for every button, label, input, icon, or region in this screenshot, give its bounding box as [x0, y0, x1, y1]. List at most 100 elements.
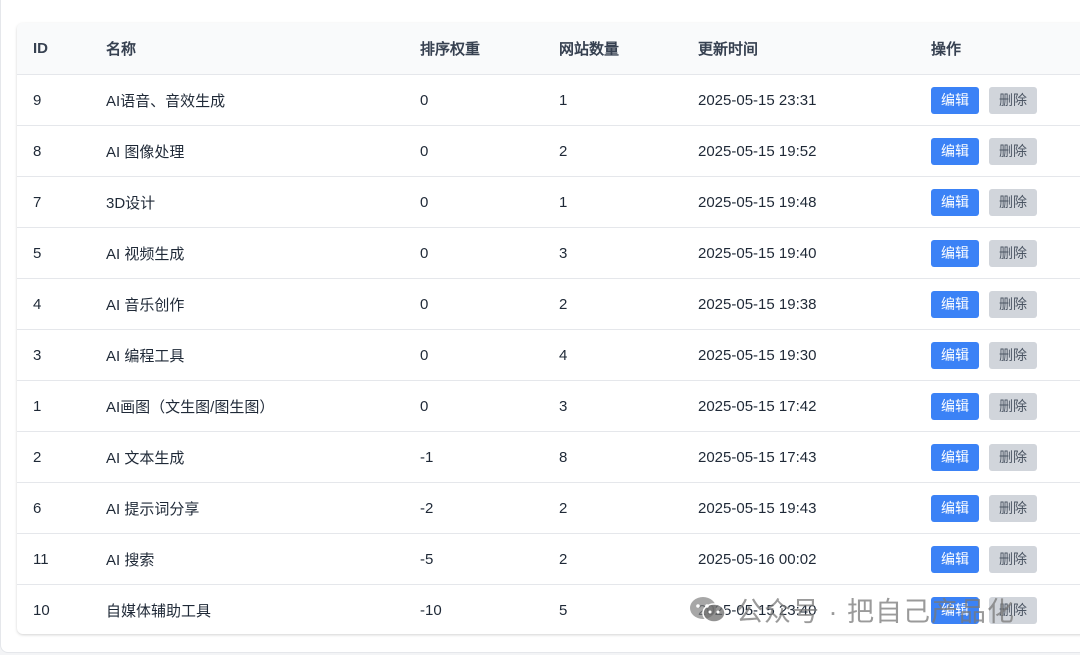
- table-row: 3 AI 编程工具 0 4 2025-05-15 19:30 编辑 删除: [17, 330, 1080, 381]
- edit-button[interactable]: 编辑: [931, 494, 979, 522]
- row-site-count: 1: [559, 91, 568, 109]
- row-actions: 编辑 删除: [931, 239, 1037, 267]
- row-actions: 编辑 删除: [931, 596, 1037, 624]
- row-site-count: 5: [559, 601, 568, 619]
- edit-button[interactable]: 编辑: [931, 290, 979, 318]
- row-site-count: 3: [559, 244, 568, 262]
- table-row: 9 AI语音、音效生成 0 1 2025-05-15 23:31 编辑 删除: [17, 75, 1080, 126]
- table-row: 10 自媒体辅助工具 -10 5 2025-05-15 23:40 编辑 删除: [17, 585, 1080, 634]
- row-weight: -5: [420, 550, 434, 568]
- row-updated: 2025-05-15 23:40: [698, 601, 817, 619]
- table-row: 2 AI 文本生成 -1 8 2025-05-15 17:43 编辑 删除: [17, 432, 1080, 483]
- column-header-id: ID: [33, 40, 48, 57]
- delete-button[interactable]: 删除: [989, 443, 1037, 471]
- delete-button[interactable]: 删除: [989, 86, 1037, 114]
- row-actions: 编辑 删除: [931, 86, 1037, 114]
- edit-button[interactable]: 编辑: [931, 86, 979, 114]
- delete-button[interactable]: 删除: [989, 494, 1037, 522]
- table-row: 1 AI画图（文生图/图生图） 0 3 2025-05-15 17:42 编辑 删除: [17, 381, 1080, 432]
- row-weight: 0: [420, 91, 429, 109]
- edit-button[interactable]: 编辑: [931, 545, 979, 573]
- edit-button[interactable]: 编辑: [931, 596, 979, 624]
- row-updated: 2025-05-15 17:42: [698, 397, 817, 415]
- row-weight: -2: [420, 499, 434, 517]
- row-name: AI 编程工具: [106, 347, 185, 365]
- delete-button[interactable]: 删除: [989, 137, 1037, 165]
- row-actions: 编辑 删除: [931, 290, 1037, 318]
- edit-button[interactable]: 编辑: [931, 341, 979, 369]
- row-actions: 编辑 删除: [931, 188, 1037, 216]
- row-name: AI 图像处理: [106, 143, 185, 161]
- column-header-updated: 更新时间: [698, 41, 759, 58]
- column-header-name: 名称: [106, 41, 137, 58]
- row-id: 7: [33, 193, 42, 211]
- row-weight: 0: [420, 346, 429, 364]
- row-name: 3D设计: [106, 194, 156, 212]
- row-updated: 2025-05-15 19:52: [698, 142, 817, 160]
- row-id: 11: [33, 550, 49, 568]
- row-id: 2: [33, 448, 42, 466]
- row-weight: 0: [420, 244, 429, 262]
- column-header-weight: 排序权重: [420, 41, 481, 58]
- row-site-count: 2: [559, 499, 568, 517]
- table-row: 8 AI 图像处理 0 2 2025-05-15 19:52 编辑 删除: [17, 126, 1080, 177]
- row-name: AI语音、音效生成: [106, 92, 226, 110]
- row-id: 1: [33, 397, 42, 415]
- row-actions: 编辑 删除: [931, 341, 1037, 369]
- table-row: 6 AI 提示词分享 -2 2 2025-05-15 19:43 编辑 删除: [17, 483, 1080, 534]
- row-updated: 2025-05-15 19:30: [698, 346, 817, 364]
- row-id: 10: [33, 601, 50, 619]
- row-actions: 编辑 删除: [931, 392, 1037, 420]
- edit-button[interactable]: 编辑: [931, 239, 979, 267]
- row-site-count: 1: [559, 193, 568, 211]
- table-row: 4 AI 音乐创作 0 2 2025-05-15 19:38 编辑 删除: [17, 279, 1080, 330]
- row-site-count: 4: [559, 346, 568, 364]
- row-updated: 2025-05-15 17:43: [698, 448, 817, 466]
- edit-button[interactable]: 编辑: [931, 188, 979, 216]
- row-updated: 2025-05-16 00:02: [698, 550, 817, 568]
- column-header-actions: 操作: [931, 41, 962, 58]
- row-id: 3: [33, 346, 42, 364]
- row-updated: 2025-05-15 23:31: [698, 91, 817, 109]
- delete-button[interactable]: 删除: [989, 545, 1037, 573]
- delete-button[interactable]: 删除: [989, 290, 1037, 318]
- edit-button[interactable]: 编辑: [931, 443, 979, 471]
- row-weight: 0: [420, 193, 429, 211]
- edit-button[interactable]: 编辑: [931, 392, 979, 420]
- row-name: AI 搜索: [106, 551, 155, 569]
- column-header-site-count: 网站数量: [559, 41, 620, 58]
- table-row: 11 AI 搜索 -5 2 2025-05-16 00:02 编辑 删除: [17, 534, 1080, 585]
- row-actions: 编辑 删除: [931, 494, 1037, 522]
- delete-button[interactable]: 删除: [989, 239, 1037, 267]
- row-updated: 2025-05-15 19:48: [698, 193, 817, 211]
- row-actions: 编辑 删除: [931, 545, 1037, 573]
- delete-button[interactable]: 删除: [989, 596, 1037, 624]
- delete-button[interactable]: 删除: [989, 392, 1037, 420]
- row-name: 自媒体辅助工具: [106, 602, 212, 620]
- row-name: AI 文本生成: [106, 449, 185, 467]
- row-site-count: 2: [559, 295, 568, 313]
- table-header: ID 名称 排序权重 网站数量 更新时间 操作: [17, 23, 1080, 75]
- delete-button[interactable]: 删除: [989, 188, 1037, 216]
- row-site-count: 2: [559, 550, 568, 568]
- row-actions: 编辑 删除: [931, 137, 1037, 165]
- row-site-count: 8: [559, 448, 568, 466]
- row-updated: 2025-05-15 19:38: [698, 295, 817, 313]
- row-id: 9: [33, 91, 42, 109]
- table-body: 9 AI语音、音效生成 0 1 2025-05-15 23:31 编辑 删除 8 AI 图像处理…: [17, 75, 1080, 634]
- table-row: 7 3D设计 0 1 2025-05-15 19:48 编辑 删除: [17, 177, 1080, 228]
- row-name: AI 提示词分享: [106, 500, 200, 518]
- edit-button[interactable]: 编辑: [931, 137, 979, 165]
- delete-button[interactable]: 删除: [989, 341, 1037, 369]
- row-id: 8: [33, 142, 42, 160]
- category-table: ID 名称 排序权重 网站数量 更新时间 操作 9 AI语音、音效生成 0 1 2025…: [17, 23, 1080, 634]
- row-updated: 2025-05-15 19:43: [698, 499, 817, 517]
- row-name: AI 音乐创作: [106, 296, 185, 314]
- row-weight: -10: [420, 601, 442, 619]
- row-weight: 0: [420, 142, 429, 160]
- row-weight: 0: [420, 397, 429, 415]
- row-name: AI画图（文生图/图生图）: [106, 398, 275, 416]
- row-id: 6: [33, 499, 42, 517]
- row-name: AI 视频生成: [106, 245, 185, 263]
- row-id: 4: [33, 295, 42, 313]
